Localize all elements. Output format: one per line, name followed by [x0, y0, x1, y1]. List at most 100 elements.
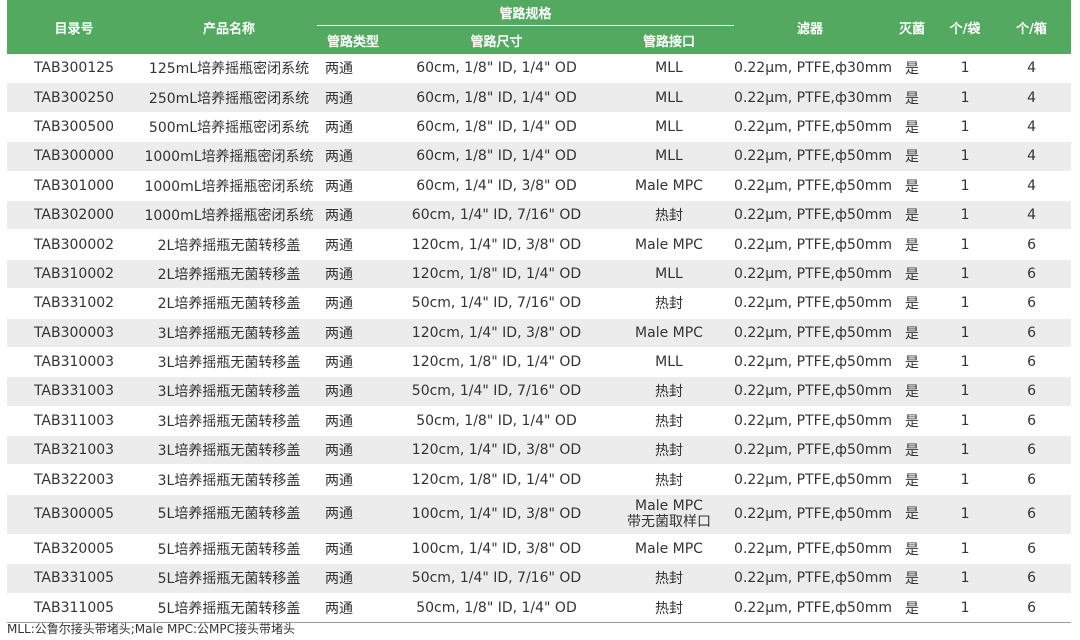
per-case-cell: 6: [992, 288, 1072, 319]
sterile-cell: 是: [886, 464, 939, 495]
tubing-size-cell: 120cm, 1/4" ID, 3/8" OD: [389, 229, 604, 260]
per-case-cell: 6: [992, 347, 1072, 378]
catalog-no-cell: TAB302000: [7, 200, 141, 231]
tubing-connector-cell: 热封: [604, 200, 735, 231]
sterile-cell: 是: [886, 229, 939, 260]
per-case-cell: 4: [992, 82, 1072, 113]
per-bag-cell: 1: [938, 54, 993, 84]
sterile-cell: 是: [886, 171, 939, 201]
table-row: TAB311003 3L培养摇瓶无菌转移盖 两通 50cm, 1/8" ID, 1/4…: [7, 406, 1072, 437]
header-filter: 滤器: [734, 0, 887, 54]
tubing-type-cell: 两通: [317, 534, 389, 565]
per-case-cell: 4: [992, 200, 1072, 231]
tubing-connector-cell: MLL: [604, 54, 735, 84]
tubing-type-cell: 两通: [317, 112, 389, 143]
filter-cell: 0.22μm, PTFE,ф50mm: [734, 171, 892, 201]
sterile-cell: 是: [886, 318, 939, 348]
sterile-cell: 是: [886, 494, 939, 535]
filter-cell: 0.22μm, PTFE,ф50mm: [734, 563, 892, 594]
filter-cell: 0.22μm, PTFE,ф50mm: [734, 494, 892, 535]
catalog-no-cell: TAB321003: [7, 435, 141, 466]
per-case-cell: 6: [992, 464, 1072, 495]
per-case-cell: 4: [992, 171, 1072, 201]
tubing-size-cell: 60cm, 1/4" ID, 3/8" OD: [389, 171, 604, 201]
tubing-type-cell: 两通: [317, 563, 389, 594]
tubing-type-cell: 两通: [317, 435, 389, 466]
tubing-size-cell: 120cm, 1/4" ID, 3/8" OD: [389, 435, 604, 466]
filter-cell: 0.22μm, PTFE,ф50mm: [734, 406, 892, 437]
sterile-cell: 是: [886, 563, 939, 594]
table-row: TAB300250 250mL培养摇瓶密闭系统 两通 60cm, 1/8" ID, 1…: [7, 82, 1072, 113]
header-product-name: 产品名称: [141, 0, 317, 54]
product-name-cell: 1000mL培养摇瓶密闭系统: [141, 141, 317, 172]
tubing-size-cell: 120cm, 1/8" ID, 1/4" OD: [389, 464, 604, 495]
tubing-type-cell: 两通: [317, 288, 389, 319]
sterile-cell: 是: [886, 141, 939, 172]
table-row: TAB331005 5L培养摇瓶无菌转移盖 两通 50cm, 1/4" ID, 7/1…: [7, 563, 1072, 594]
per-case-cell: 6: [992, 376, 1072, 407]
header-tubing-type: 管路类型: [317, 25, 389, 54]
tubing-size-cell: 120cm, 1/8" ID, 1/4" OD: [389, 347, 604, 378]
filter-cell: 0.22μm, PTFE,ф50mm: [734, 229, 892, 260]
tubing-connector-cell: Male MPC 带无菌取样口: [604, 494, 735, 535]
tubing-type-cell: 两通: [317, 494, 389, 535]
table-row: TAB300125 125mL培养摇瓶密闭系统 两通 60cm, 1/8" ID, 1…: [7, 54, 1072, 84]
header-sterile: 灭菌: [886, 0, 939, 54]
per-bag-cell: 1: [938, 318, 993, 348]
filter-cell: 0.22μm, PTFE,ф50mm: [734, 464, 892, 495]
sterile-cell: 是: [886, 593, 939, 624]
product-name-cell: 5L培养摇瓶无菌转移盖: [141, 534, 317, 565]
tubing-connector-cell: MLL: [604, 141, 735, 172]
table-row: TAB300005 5L培养摇瓶无菌转移盖 两通 100cm, 1/4" ID, 3/…: [7, 494, 1072, 535]
catalog-no-cell: TAB300005: [7, 494, 141, 535]
table-row: TAB300000 1000mL培养摇瓶密闭系统 两通 60cm, 1/8" ID, …: [7, 141, 1072, 172]
tubing-type-cell: 两通: [317, 54, 389, 84]
filter-cell: 0.22μm, PTFE,ф50mm: [734, 112, 892, 143]
tubing-size-cell: 60cm, 1/8" ID, 1/4" OD: [389, 82, 604, 113]
per-bag-cell: 1: [938, 563, 993, 594]
tubing-connector-cell: 热封: [604, 464, 735, 495]
tubing-size-cell: 100cm, 1/4" ID, 3/8" OD: [389, 494, 604, 535]
sterile-cell: 是: [886, 406, 939, 437]
sterile-cell: 是: [886, 288, 939, 319]
catalog-no-cell: TAB320005: [7, 534, 141, 565]
product-name-cell: 250mL培养摇瓶密闭系统: [141, 82, 317, 113]
per-bag-cell: 1: [938, 82, 993, 113]
tubing-type-cell: 两通: [317, 464, 389, 495]
product-name-cell: 3L培养摇瓶无菌转移盖: [141, 318, 317, 348]
per-case-cell: 4: [992, 112, 1072, 143]
tubing-connector-cell: Male MPC: [604, 534, 735, 565]
product-name-cell: 500mL培养摇瓶密闭系统: [141, 112, 317, 143]
filter-cell: 0.22μm, PTFE,ф50mm: [734, 534, 892, 565]
tubing-size-cell: 50cm, 1/8" ID, 1/4" OD: [389, 593, 604, 624]
table-row: TAB300002 2L培养摇瓶无菌转移盖 两通 120cm, 1/4" ID, 3/…: [7, 229, 1072, 260]
catalog-no-cell: TAB300125: [7, 54, 141, 84]
catalog-no-cell: TAB331005: [7, 563, 141, 594]
filter-cell: 0.22μm, PTFE,ф50mm: [734, 376, 892, 407]
product-name-cell: 2L培养摇瓶无菌转移盖: [141, 229, 317, 260]
tubing-connector-cell: 热封: [604, 406, 735, 437]
product-spec-table: 目录号 产品名称 管路规格 滤器 灭菌 个/袋 个/箱 管路类型 管路尺寸 管路…: [7, 0, 1072, 624]
tubing-connector-cell: MLL: [604, 82, 735, 113]
table-row: TAB320005 5L培养摇瓶无菌转移盖 两通 100cm, 1/4" ID, 3/…: [7, 534, 1072, 565]
table-row: TAB321003 3L培养摇瓶无菌转移盖 两通 120cm, 1/4" ID, 3/…: [7, 435, 1072, 466]
product-name-cell: 2L培养摇瓶无菌转移盖: [141, 259, 317, 290]
per-case-cell: 6: [992, 494, 1072, 535]
tubing-connector-cell: 热封: [604, 376, 735, 407]
catalog-no-cell: TAB310003: [7, 347, 141, 378]
product-name-cell: 2L培养摇瓶无菌转移盖: [141, 288, 317, 319]
table-row: TAB310003 3L培养摇瓶无菌转移盖 两通 120cm, 1/8" ID, 1/…: [7, 347, 1072, 378]
tubing-size-cell: 60cm, 1/8" ID, 1/4" OD: [389, 141, 604, 172]
tubing-type-cell: 两通: [317, 141, 389, 172]
per-bag-cell: 1: [938, 435, 993, 466]
product-name-cell: 3L培养摇瓶无菌转移盖: [141, 464, 317, 495]
per-case-cell: 6: [992, 259, 1072, 290]
table-row: TAB301000 1000mL培养摇瓶密闭系统 两通 60cm, 1/4" ID, …: [7, 171, 1072, 201]
tubing-type-cell: 两通: [317, 200, 389, 231]
per-bag-cell: 1: [938, 534, 993, 565]
filter-cell: 0.22μm, PTFE,ф50mm: [734, 200, 892, 231]
per-case-cell: 6: [992, 563, 1072, 594]
catalog-no-cell: TAB300250: [7, 82, 141, 113]
table-row: TAB300500 500mL培养摇瓶密闭系统 两通 60cm, 1/8" ID, 1…: [7, 112, 1072, 143]
per-bag-cell: 1: [938, 141, 993, 172]
